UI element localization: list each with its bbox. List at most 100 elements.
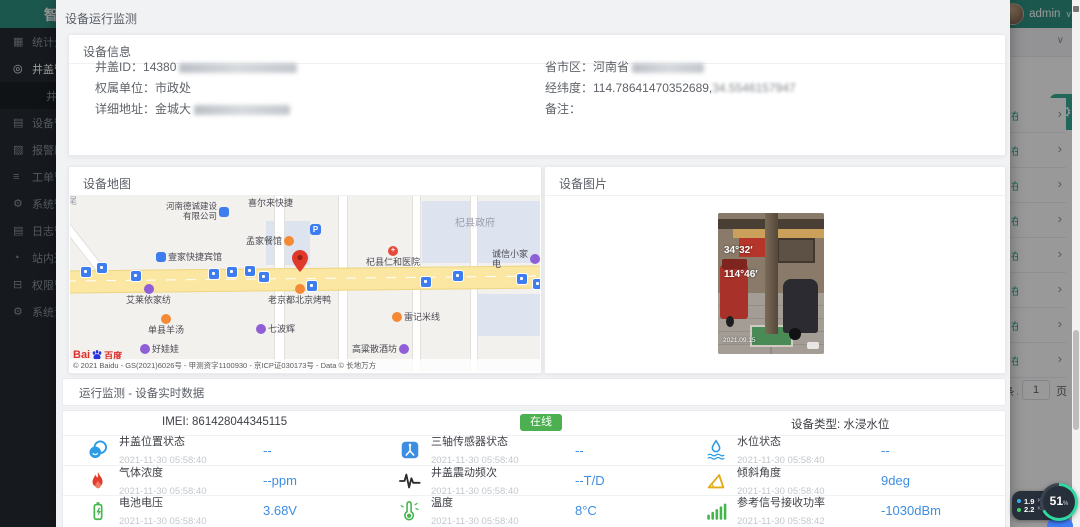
field-value: 14380: [143, 60, 176, 74]
device-type-value: 设备类型: 水浸水位: [791, 416, 889, 432]
device-info-right-column: 省市区：河南省 经纬度：114.78641470352689,34.554615…: [545, 57, 796, 120]
scrollbar-thumb[interactable]: [1073, 330, 1079, 430]
field-value: 市政处: [155, 81, 191, 95]
poi-label: 好娃娃: [152, 344, 179, 354]
metric-name: 井盖位置状态: [119, 436, 185, 448]
poi-label: 艾莱依家纺: [126, 295, 171, 305]
map-poi: 雷记米线: [392, 312, 440, 322]
usage-percent-widget[interactable]: 51 %: [1040, 483, 1078, 521]
usage-percent-unit: %: [1063, 501, 1068, 507]
download-speed-value: 2.2: [1024, 506, 1034, 514]
poi-marker-icon: [284, 236, 294, 246]
poi-label: 壹家快捷宾馆: [168, 252, 222, 262]
metric-value: --ppm: [263, 473, 353, 488]
device-photo[interactable]: 34°32′ 114°46′ 2021.09.15: [718, 213, 824, 354]
blurred-value: [179, 63, 297, 73]
poi-label: 诚信小家电: [492, 249, 528, 270]
device-info-card: 设备信息 井盖ID：14380 权属单位：市政处 详细地址：金城大: [68, 34, 1006, 156]
poi-marker-icon: [219, 207, 229, 217]
bus-stop-marker: [258, 271, 270, 283]
metric-value: -1030dBm: [881, 503, 971, 518]
metric-value: --: [575, 443, 665, 458]
usage-percent-value: 51: [1050, 495, 1063, 507]
tilt-angle-icon: [705, 470, 727, 492]
metric-vibration: 井盖震动频次2021-11-30 05:58:40 --T/D: [387, 465, 697, 495]
poi-marker-icon: [144, 284, 154, 294]
poi-label: 孟家餐馆: [246, 236, 282, 246]
field-label: 权属单位：: [95, 81, 155, 95]
map-poi: 单县羊汤: [148, 314, 184, 335]
metric-value: --: [881, 443, 971, 458]
monitor-section-title: 运行监测 - 设备实时数据: [79, 385, 204, 401]
photo-tree-trunk: [765, 213, 779, 334]
poi-label: 雷记米线: [404, 312, 440, 322]
usage-percent-inner: 51 %: [1043, 486, 1075, 518]
map-poi: 河南德诚建设 有限公司: [166, 202, 229, 222]
poi-marker-icon: [399, 344, 409, 354]
map-building-block: [478, 294, 540, 336]
field-label: 经纬度：: [545, 81, 593, 95]
metric-value: 8°C: [575, 503, 665, 518]
poi-label: 七波辉: [268, 324, 295, 334]
info-field: 备注：: [545, 99, 796, 120]
metric-time: 2021-11-30 05:58:40: [119, 516, 207, 527]
map-poi: 七波辉: [256, 324, 295, 334]
metric-temperature: 温度2021-11-30 05:58:40 8°C: [387, 495, 697, 525]
photo-longitude-watermark: 114°46′: [724, 269, 758, 280]
poi-label: 尾: [70, 196, 77, 206]
poi-label: 喜尔来快捷: [248, 198, 293, 208]
device-photo-card: 设备图片 34°32′ 114°46′ 2021.09.15: [544, 166, 1006, 374]
metric-signal-power: 参考信号接收功率2021-11-30 05:58:42 -1030dBm: [697, 495, 1005, 525]
water-level-icon: [705, 439, 727, 461]
metric-name: 温度: [431, 497, 453, 509]
bus-stop-marker: [96, 262, 108, 274]
poi-marker-icon: [256, 324, 266, 334]
device-monitor-dialog: 设备运行监测 设备信息 井盖ID：14380 权属单位：市政处 详细地址：金城大: [56, 0, 1010, 527]
device-location-pin-icon: [292, 250, 308, 277]
metric-name: 倾斜角度: [737, 467, 781, 479]
info-field: 井盖ID：14380: [95, 57, 297, 78]
map-poi: 壹家快捷宾馆: [156, 252, 222, 262]
metric-value: --: [263, 443, 353, 458]
axis-sensor-icon: [399, 439, 421, 461]
info-field: 省市区：河南省: [545, 57, 796, 78]
bus-stop-marker: [208, 268, 220, 280]
poi-marker-icon: [161, 314, 171, 324]
field-value: 114.78641470352689,: [593, 81, 712, 95]
metric-value: --T/D: [575, 473, 665, 488]
signal-bars-icon: [705, 500, 727, 522]
photo-date-watermark: 2021.09.15: [723, 337, 756, 344]
map-poi: + 杞县仁和医院: [366, 246, 420, 267]
metric-name: 三轴传感器状态: [431, 436, 508, 448]
poi-marker-icon: +: [388, 246, 398, 256]
device-photo-title: 设备图片: [559, 175, 607, 192]
field-label: 备注：: [545, 102, 581, 116]
info-field: 详细地址：金城大: [95, 99, 297, 120]
metric-name: 井盖震动频次: [431, 467, 497, 479]
map-attribution: © 2021 Baidu - GS(2021)6026号 - 甲测资字11009…: [70, 359, 540, 372]
metric-name: 电池电压: [119, 497, 163, 509]
field-label: 井盖ID：: [95, 60, 143, 74]
poi-label: 老京都北京烤鸭: [268, 295, 331, 305]
poi-marker-icon: [392, 312, 402, 322]
info-field: 经纬度：114.78641470352689,34.5546157947: [545, 78, 796, 99]
photo-camera-logo: [807, 342, 819, 349]
realtime-data-panel: IMEI: 861428044345115 在线 设备类型: 水浸水位 井盖位置…: [62, 410, 1006, 527]
poi-label: 杞县仁和医院: [366, 257, 420, 267]
metric-name: 水位状态: [737, 436, 781, 448]
download-dot-icon: [1017, 508, 1021, 512]
metric-name: 气体浓度: [119, 467, 163, 479]
imei-value: IMEI: 861428044345115: [162, 416, 287, 428]
metric-tilt: 倾斜角度2021-11-30 05:58:40 9deg: [697, 465, 1005, 495]
poi-marker-icon: P: [310, 224, 321, 235]
status-badge: 在线: [520, 414, 562, 431]
metric-value: 3.68V: [263, 503, 353, 518]
map-poi: 老京都北京烤鸭: [268, 284, 331, 305]
bus-stop-marker: [420, 276, 432, 288]
vibration-wave-icon: [399, 470, 421, 492]
metric-name: 参考信号接收功率: [737, 497, 825, 509]
dialog-title: 设备运行监测: [65, 10, 137, 27]
scrollbar-arrow[interactable]: [1073, 6, 1079, 12]
map-canvas[interactable]: 尾 河南德诚建设 有限公司 喜尔来快捷: [70, 196, 540, 372]
page-scrollbar[interactable]: [1072, 0, 1080, 527]
